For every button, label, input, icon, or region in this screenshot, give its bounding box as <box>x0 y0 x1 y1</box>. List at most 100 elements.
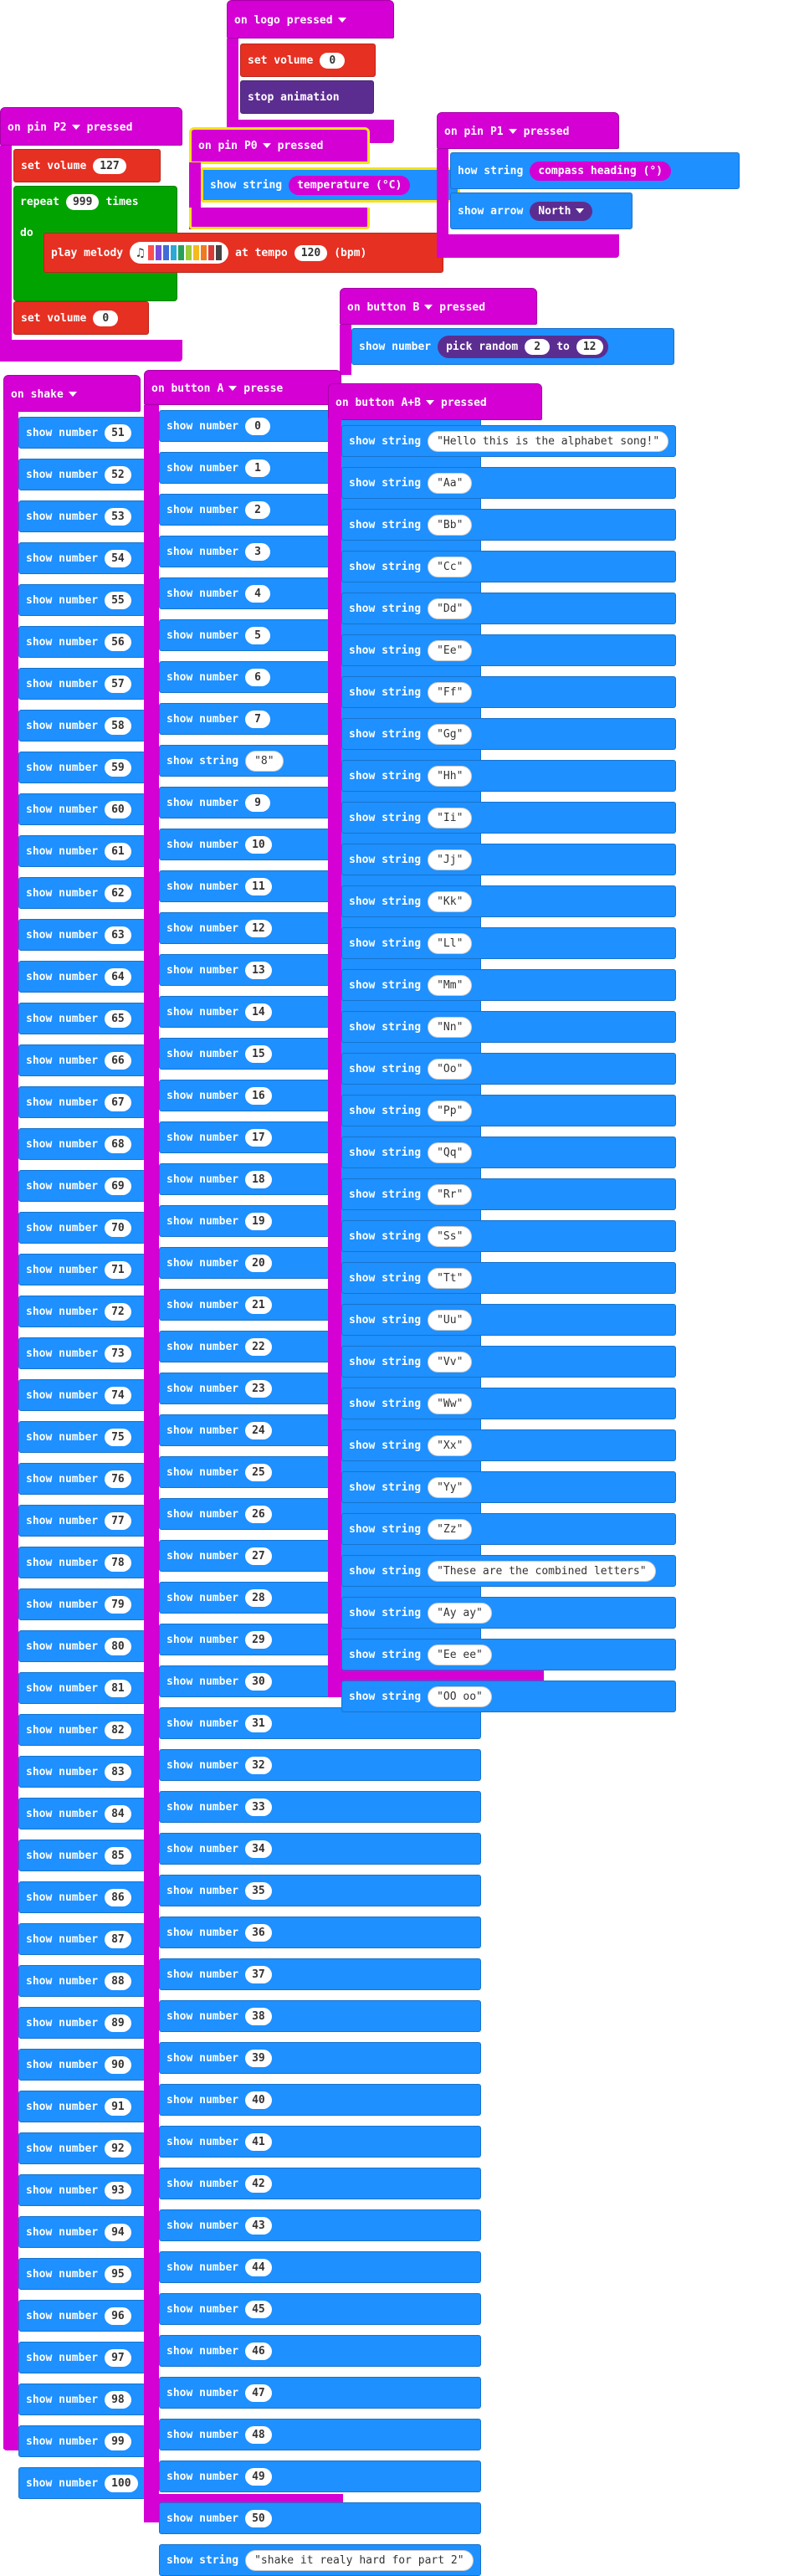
show-string-block[interactable]: show string "Ff" <box>341 676 677 708</box>
show-number-block[interactable]: show number 46 <box>159 2335 481 2367</box>
number-input[interactable]: 18 <box>245 1170 272 1188</box>
number-input[interactable]: 72 <box>105 1302 131 1321</box>
show-number-block[interactable]: show number 59 <box>18 752 146 783</box>
show-number-block[interactable]: show number 97 <box>18 2342 146 2373</box>
show-number-block[interactable]: show number 72 <box>18 1296 146 1327</box>
number-input[interactable]: 65 <box>105 1009 131 1028</box>
show-string-block[interactable]: show string "Jj" <box>341 844 677 875</box>
repeat-count-input[interactable]: 999 <box>65 194 100 210</box>
show-number-block[interactable]: show number 38 <box>159 2000 481 2032</box>
show-number-block[interactable]: show number 86 <box>18 1881 146 1913</box>
show-number-block[interactable]: show number 84 <box>18 1798 146 1829</box>
show-number-block[interactable]: show number 52 <box>18 459 146 490</box>
number-input[interactable]: 75 <box>105 1428 131 1446</box>
number-input[interactable]: 42 <box>245 2174 272 2193</box>
number-input[interactable]: 89 <box>105 2014 131 2032</box>
on-button-ab-block[interactable]: on button A+B pressed <box>328 383 542 420</box>
show-number-block[interactable]: show number 39 <box>159 2042 481 2074</box>
number-input[interactable]: 99 <box>105 2432 131 2450</box>
show-number-block[interactable]: show number 80 <box>18 1630 146 1662</box>
string-input[interactable]: "Mm" <box>428 974 473 996</box>
show-string-block[interactable]: show string "Rr" <box>341 1178 677 1210</box>
show-string-block[interactable]: show string "Ss" <box>341 1220 677 1252</box>
show-number-block[interactable]: show number 63 <box>18 919 146 951</box>
number-input[interactable]: 83 <box>105 1763 131 1781</box>
number-input[interactable]: 3 <box>245 542 271 561</box>
number-input[interactable]: 29 <box>245 1630 272 1649</box>
number-input[interactable]: 17 <box>245 1128 272 1147</box>
number-input[interactable]: 35 <box>245 1881 272 1900</box>
show-number-block[interactable]: show number 95 <box>18 2258 146 2290</box>
show-number-block[interactable]: show number 35 <box>159 1875 481 1906</box>
number-input[interactable]: 39 <box>245 2049 272 2067</box>
show-number-block[interactable]: show number 69 <box>18 1170 146 1202</box>
show-number-block[interactable]: show number 58 <box>18 710 146 741</box>
string-input[interactable]: "Ww" <box>428 1393 473 1414</box>
number-input[interactable]: 50 <box>245 2509 272 2527</box>
number-input[interactable]: 0 <box>245 417 271 435</box>
show-string-block[interactable]: show string "Pp" <box>341 1095 677 1126</box>
number-input[interactable]: 94 <box>105 2223 131 2241</box>
show-string-block[interactable]: show string "shake it realy hard for part… <box>159 2544 481 2576</box>
button-dropdown[interactable]: A <box>217 383 238 394</box>
show-number-block[interactable]: show number 74 <box>18 1379 146 1411</box>
melody-editor[interactable]: ♫ <box>130 242 229 264</box>
show-string-block[interactable]: show string "Bb" <box>341 509 677 541</box>
show-number-block[interactable]: show number 49 <box>159 2461 481 2492</box>
show-number-block[interactable]: show number 65 <box>18 1003 146 1034</box>
show-string-block[interactable]: show string "Vv" <box>341 1346 677 1378</box>
string-input[interactable]: "Bb" <box>428 514 473 536</box>
string-input[interactable]: "Ff" <box>428 681 473 703</box>
string-input[interactable]: "Hh" <box>428 765 473 787</box>
show-number-block[interactable]: show number 67 <box>18 1086 146 1118</box>
number-input[interactable]: 4 <box>245 584 271 603</box>
number-input[interactable]: 61 <box>105 842 131 860</box>
string-input[interactable]: "Yy" <box>428 1476 473 1498</box>
show-number-block[interactable]: show number 93 <box>18 2174 146 2206</box>
show-string-block[interactable]: show string "Oo" <box>341 1053 677 1085</box>
string-input[interactable]: "Ee ee" <box>428 1644 492 1665</box>
show-number-block[interactable]: show number 90 <box>18 2049 146 2081</box>
show-string-block[interactable]: show string "Mm" <box>341 969 677 1001</box>
string-input[interactable]: "shake it realy hard for part 2" <box>245 2549 474 2571</box>
show-number-block[interactable]: show number 76 <box>18 1463 146 1495</box>
show-number-block[interactable]: show number 66 <box>18 1044 146 1076</box>
string-input[interactable]: "These are the combined letters" <box>428 1560 656 1582</box>
number-input[interactable]: 77 <box>105 1511 131 1530</box>
show-number-block[interactable]: show number 99 <box>18 2425 146 2457</box>
number-input[interactable]: 92 <box>105 2139 131 2158</box>
number-input[interactable]: 20 <box>245 1254 272 1272</box>
show-string-block[interactable]: show string "Qq" <box>341 1137 677 1168</box>
number-input[interactable]: 53 <box>105 507 131 526</box>
number-input[interactable]: 37 <box>245 1965 272 1983</box>
number-input[interactable]: 59 <box>105 758 131 777</box>
show-string-block[interactable]: show string "Yy" <box>341 1471 677 1503</box>
show-number-block[interactable]: show number 75 <box>18 1421 146 1453</box>
number-input[interactable]: 52 <box>105 465 131 484</box>
number-input[interactable]: 91 <box>105 2097 131 2116</box>
string-input[interactable]: "Pp" <box>428 1100 473 1121</box>
gesture-dropdown[interactable]: shake <box>31 389 77 400</box>
string-input[interactable]: "8" <box>245 750 284 772</box>
show-number-block[interactable]: show number 81 <box>18 1672 146 1704</box>
number-input[interactable]: 69 <box>105 1177 131 1195</box>
number-input[interactable]: 56 <box>105 633 131 651</box>
number-input[interactable]: 64 <box>105 967 131 986</box>
number-input[interactable]: 78 <box>105 1553 131 1572</box>
number-input[interactable]: 80 <box>105 1637 131 1655</box>
show-string-block[interactable]: show string "Hh" <box>341 760 677 792</box>
show-number-block[interactable]: show number 61 <box>18 835 146 867</box>
string-input[interactable]: "Tt" <box>428 1267 473 1289</box>
tempo-input[interactable]: 120 <box>294 244 328 261</box>
show-number-block[interactable]: show number 37 <box>159 1958 481 1990</box>
show-number-block[interactable]: show number 45 <box>159 2293 481 2325</box>
number-input[interactable]: 62 <box>105 884 131 902</box>
set-volume-block[interactable]: set volume 0 <box>240 44 376 77</box>
string-input[interactable]: "Aa" <box>428 472 473 494</box>
number-input[interactable]: 66 <box>105 1051 131 1070</box>
number-input[interactable]: 63 <box>105 926 131 944</box>
string-input[interactable]: "Hello this is the alphabet song!" <box>428 430 669 452</box>
number-input[interactable]: 71 <box>105 1260 131 1279</box>
number-input[interactable]: 85 <box>105 1846 131 1865</box>
show-number-block[interactable]: show number 96 <box>18 2300 146 2332</box>
